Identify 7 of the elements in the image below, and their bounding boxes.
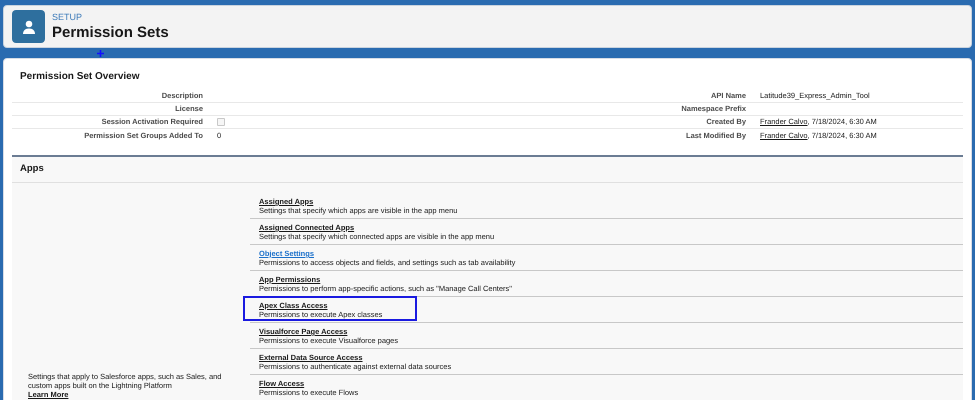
user-icon xyxy=(12,10,45,43)
crosshair-icon xyxy=(97,50,104,57)
setup-label: SETUP xyxy=(52,13,84,22)
checkbox[interactable] xyxy=(217,118,225,126)
section-title: Permission Set Overview xyxy=(20,70,141,84)
page-title: Permission Sets xyxy=(52,25,169,40)
section-title: Apps xyxy=(20,162,44,176)
